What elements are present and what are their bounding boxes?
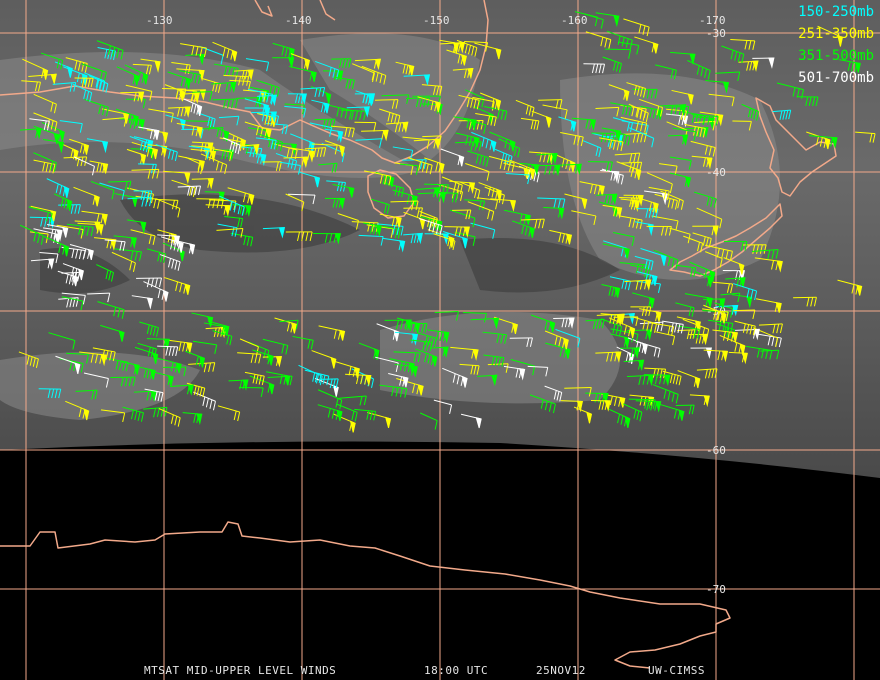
satellite-map: -130 -140 -150 -160 -170 -30 -40 -50 -60… — [0, 0, 880, 680]
lon-label: -160 — [561, 14, 588, 27]
legend-entry-351-500: 351-500mb — [798, 48, 874, 64]
map-canvas: -130 -140 -150 -160 -170 -30 -40 -50 -60… — [0, 0, 880, 680]
lat-label: -70 — [706, 583, 726, 596]
product-name: MTSAT MID-UPPER LEVEL WINDS — [144, 664, 337, 677]
valid-date: 25NOV12 — [536, 664, 586, 677]
lat-label: -40 — [706, 166, 726, 179]
lon-label: -150 — [423, 14, 450, 27]
lon-label: -140 — [285, 14, 312, 27]
legend-entry-251-350: 251-350mb — [798, 26, 874, 42]
footer-caption: MTSAT MID-UPPER LEVEL WINDS 18:00 UTC 25… — [0, 664, 880, 678]
lat-label: -60 — [706, 444, 726, 457]
legend-label: 251-350mb — [798, 26, 874, 42]
valid-time: 18:00 UTC — [424, 664, 489, 677]
legend-entry-501-700: 501-700mb — [798, 70, 874, 86]
lon-label: -130 — [146, 14, 173, 27]
legend-entry-150-250: 150-250mb — [798, 4, 874, 20]
data-source: UW-CIMSS — [648, 664, 705, 677]
antarctica-coast — [0, 521, 731, 669]
lon-label: -170 — [699, 14, 726, 27]
legend-label: 150-250mb — [798, 4, 874, 20]
lat-label: -30 — [706, 27, 726, 40]
legend-label: 501-700mb — [798, 70, 874, 86]
legend-label: 351-500mb — [798, 48, 874, 64]
